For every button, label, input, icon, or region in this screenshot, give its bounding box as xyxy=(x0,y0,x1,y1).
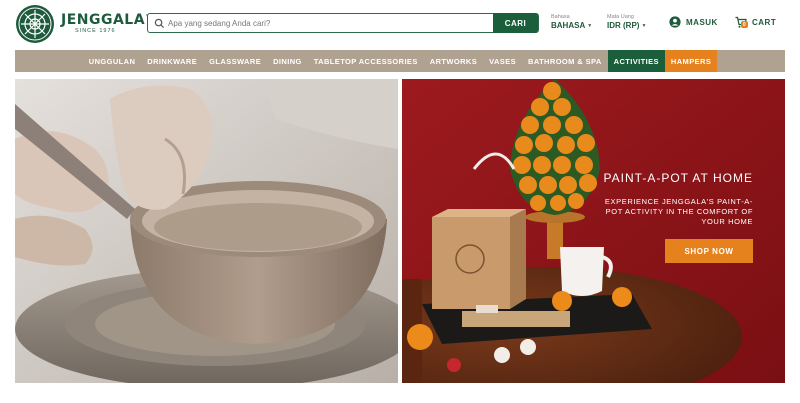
currency-value: IDR (RP) xyxy=(607,21,640,30)
search-button[interactable]: CARI xyxy=(493,13,538,33)
shop-now-button[interactable]: SHOP NOW xyxy=(665,239,753,263)
promo-title: PAINT-A-POT AT HOME xyxy=(603,171,753,185)
login-button[interactable]: MASUK xyxy=(669,16,718,28)
language-selector[interactable]: Bahasa BAHASA ▼ xyxy=(551,14,592,30)
hero-banner-paint-a-pot[interactable]: PAINT-A-POT AT HOME EXPERIENCE JENGGALA'… xyxy=(402,79,785,383)
cart-button[interactable]: 0 CART xyxy=(735,16,776,29)
promo-subtitle: EXPERIENCE JENGGALA'S PAINT-A-POT ACTIVI… xyxy=(604,197,753,226)
promo-block: PAINT-A-POT AT HOME EXPERIENCE JENGGALA'… xyxy=(603,171,753,263)
nav-item-unggulan[interactable]: UNGGULAN xyxy=(83,50,142,72)
nav-item-vases[interactable]: VASES xyxy=(483,50,522,72)
nav-item-tabletop-accessories[interactable]: TABLETOP ACCESSORIES xyxy=(308,50,424,72)
search-icon xyxy=(154,18,165,29)
currency-selector[interactable]: Mata Uang IDR (RP) ▼ xyxy=(607,14,646,30)
cart-count-badge: 0 xyxy=(741,21,748,28)
header: JENGGALA™ SINCE 1976 CARI Bahasa BAHASA▼… xyxy=(0,0,800,48)
cart-label: CART xyxy=(752,18,777,27)
nav-item-drinkware[interactable]: DRINKWARE xyxy=(141,50,203,72)
search-bar: CARI xyxy=(147,13,539,33)
user-icon xyxy=(669,16,681,28)
language-value: BAHASA xyxy=(551,21,586,30)
main-nav: UNGGULAN DRINKWARE GLASSWARE DINING TABL… xyxy=(15,50,785,72)
nav-item-hampers[interactable]: HAMPERS xyxy=(664,50,718,72)
brand-name[interactable]: JENGGALA™ xyxy=(61,12,152,28)
nav-item-artworks[interactable]: ARTWORKS xyxy=(424,50,483,72)
login-label: MASUK xyxy=(686,17,718,27)
chevron-down-icon: ▼ xyxy=(641,22,647,29)
hero-image-pottery[interactable] xyxy=(15,79,398,383)
language-label: Bahasa xyxy=(551,14,570,20)
nav-item-bathroom-spa[interactable]: BATHROOM & SPA xyxy=(522,50,608,72)
jenggala-logo-icon[interactable] xyxy=(15,4,55,44)
nav-item-dining[interactable]: DINING xyxy=(267,50,308,72)
currency-label: Mata Uang xyxy=(607,14,634,20)
nav-item-activities[interactable]: ACTIVITIES xyxy=(607,50,665,72)
nav-item-glassware[interactable]: GLASSWARE xyxy=(203,50,267,72)
chevron-down-icon: ▼ xyxy=(587,22,593,29)
search-input[interactable] xyxy=(168,15,438,31)
pottery-wheel-illustration xyxy=(15,79,398,383)
brand-since: SINCE 1976 xyxy=(75,28,116,34)
